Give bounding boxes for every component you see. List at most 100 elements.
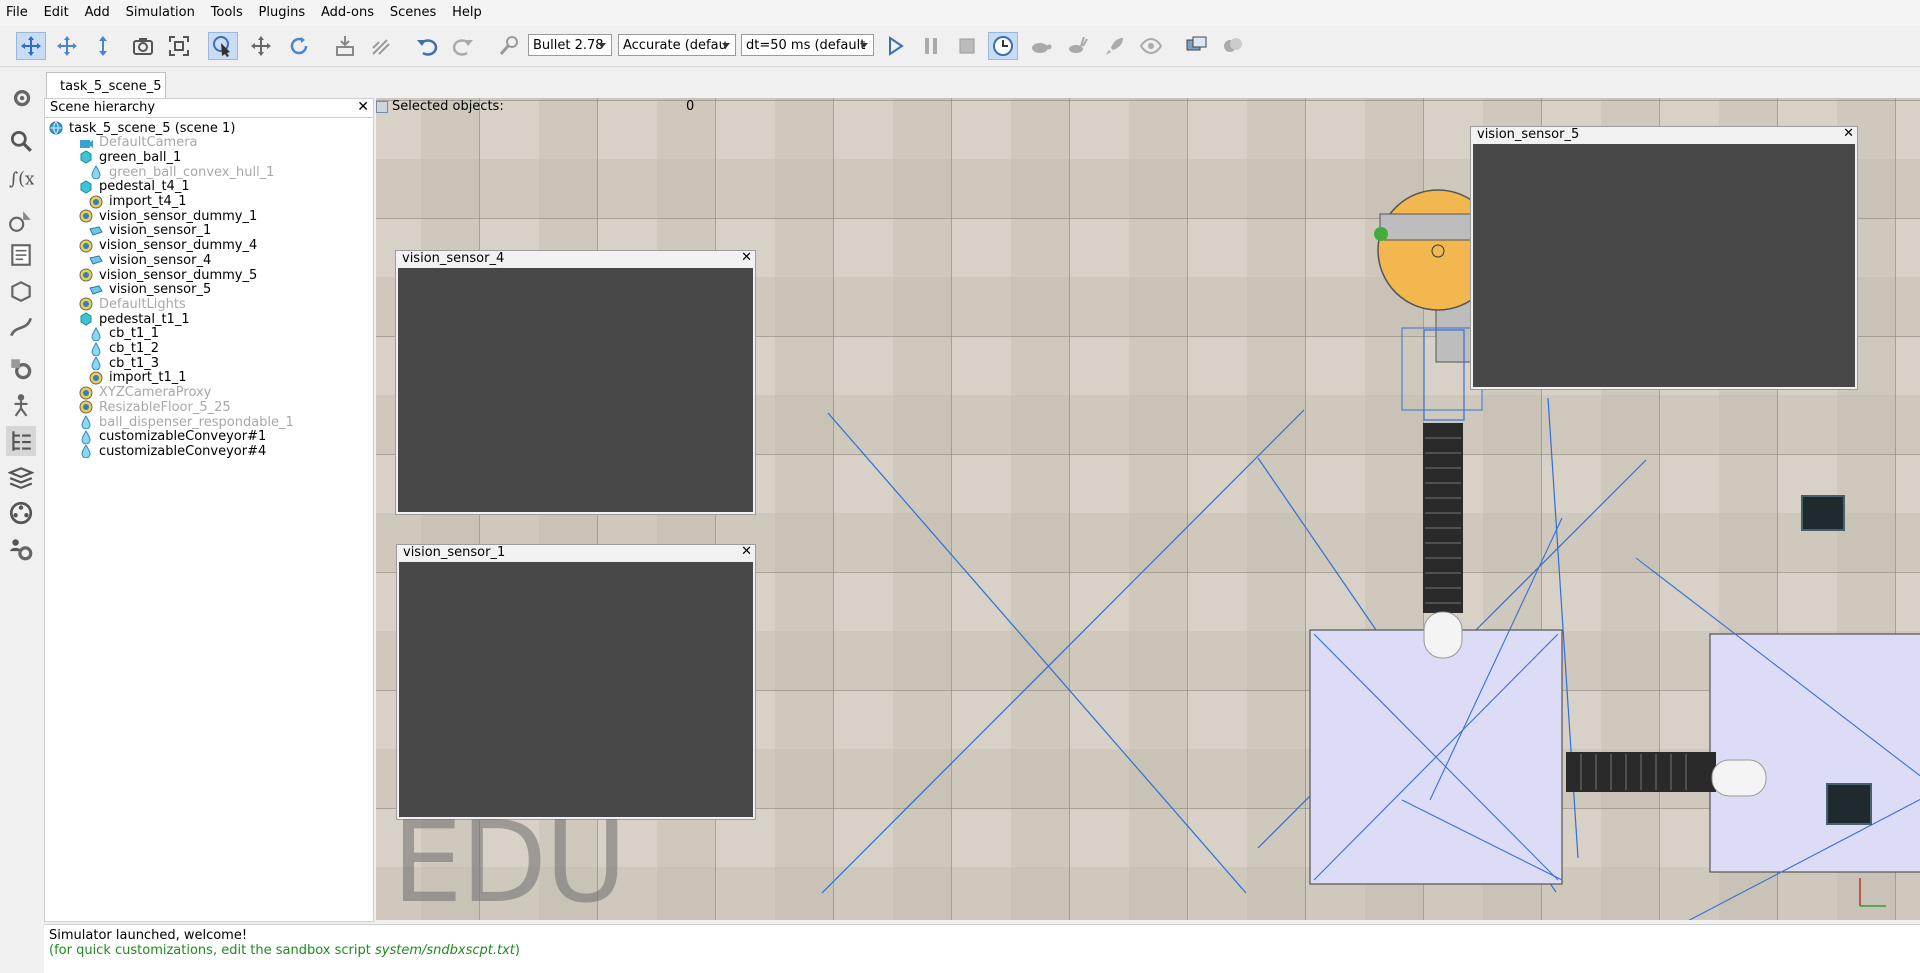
close-icon[interactable]: ✕ [357, 99, 369, 115]
play-icon [889, 36, 904, 56]
layers-button[interactable] [6, 462, 36, 492]
menu-add[interactable]: Add [79, 0, 116, 20]
object-shift-button[interactable] [246, 32, 276, 60]
accuracy-select[interactable]: Accurate (defau [618, 34, 736, 56]
model-browser-button[interactable] [6, 354, 36, 384]
object-rotate-button[interactable] [284, 32, 314, 60]
scene-tab-bar: task_5_scene_5 [44, 68, 1920, 98]
fit-view-icon [169, 36, 189, 56]
figure-icon [14, 394, 28, 417]
thread-rendering-button[interactable] [1100, 32, 1130, 60]
console-line-welcome: Simulator launched, welcome! [49, 928, 248, 943]
hierarchy-title-label: Scene hierarchy [50, 100, 156, 115]
transfer-dna-button[interactable] [366, 32, 396, 60]
vision-sensor-1-window[interactable]: vision_sensor_1 ✕ [396, 544, 756, 820]
menu-plugins[interactable]: Plugins [253, 0, 312, 20]
fit-to-view-button[interactable] [164, 32, 194, 60]
realtime-mode-button[interactable] [988, 32, 1018, 60]
scene-viewport[interactable]: Selected objects: 0 vision_sensor_4 ✕ vis… [376, 98, 1920, 920]
user-settings-button[interactable] [6, 534, 36, 564]
menu-simulation[interactable]: Simulation [120, 0, 201, 20]
close-icon[interactable]: ✕ [741, 250, 752, 265]
gear-model-icon [11, 359, 32, 380]
physics-engine-select[interactable]: Bullet 2.78 [528, 34, 612, 56]
menu-edit[interactable]: Edit [38, 0, 75, 20]
menu-addons[interactable]: Add-ons [315, 0, 380, 20]
undo-icon [417, 39, 438, 56]
timestep-select[interactable]: dt=50 ms (default [741, 34, 874, 56]
cube-outline-icon [11, 281, 31, 302]
globe-icon [49, 121, 63, 135]
tab-scene[interactable]: task_5_scene_5 [46, 72, 166, 98]
ik-button[interactable] [6, 390, 36, 420]
menu-file[interactable]: File [0, 0, 34, 20]
edu-watermark: EDU [392, 798, 627, 920]
redo-button[interactable] [448, 32, 478, 60]
hierarchy-item-label: customizableConveyor#4 [99, 443, 267, 459]
camera-shift-button[interactable] [88, 32, 118, 60]
eye-icon [1139, 37, 1163, 55]
menu-tools[interactable]: Tools [205, 0, 249, 20]
speed-up-button[interactable] [1062, 32, 1092, 60]
dna-icon [372, 39, 390, 55]
camera-rotate-button[interactable] [52, 32, 82, 60]
wrench-icon [499, 36, 518, 55]
select-cursor-icon [213, 36, 230, 57]
stop-icon [959, 38, 975, 54]
film-reel-icon [9, 501, 33, 525]
vision-sensor-4-window[interactable]: vision_sensor_4 ✕ [395, 250, 756, 515]
scene-hierarchy-button[interactable] [6, 426, 36, 456]
start-simulation-button[interactable] [880, 32, 910, 60]
console-hint-prefix: (for quick customizations, edit the sand… [49, 943, 375, 958]
vision-sensor-5-window[interactable]: vision_sensor_5 ✕ [1470, 126, 1858, 390]
stop-simulation-button[interactable] [952, 32, 982, 60]
scene-selector-button[interactable] [1218, 32, 1248, 60]
rocket-icon [1106, 38, 1123, 55]
close-icon[interactable]: ✕ [741, 544, 752, 559]
pedestal-t4 [1709, 633, 1920, 873]
menu-help[interactable]: Help [446, 0, 488, 20]
conveyor-vertical [1423, 423, 1463, 613]
collections-button[interactable] [6, 206, 36, 236]
turtle-icon [1032, 43, 1052, 53]
main-toolbar: Bullet 2.78 Accurate (defau dt=50 ms (de… [0, 26, 1920, 67]
simulation-settings-button[interactable] [6, 82, 36, 112]
calculation-modules-button[interactable]: ∫(x) [6, 162, 36, 192]
selected-objects-label: Selected objects: [392, 99, 504, 114]
pause-simulation-button[interactable] [916, 32, 946, 60]
layers-icon [8, 467, 34, 490]
object-move-icon [251, 36, 271, 56]
search-button[interactable] [6, 126, 36, 156]
pages-icon [1186, 36, 1207, 51]
pause-icon [925, 38, 937, 54]
toggle-visualization-button[interactable] [1136, 32, 1166, 60]
script-icon [11, 244, 31, 266]
video-recorder-button[interactable] [6, 498, 36, 528]
scripts-button[interactable] [6, 240, 36, 270]
path-edit-button[interactable] [6, 312, 36, 342]
redo-icon [452, 39, 473, 56]
camera-angle-button[interactable] [128, 32, 158, 60]
dynamics-toggle-button[interactable] [494, 32, 524, 60]
undo-button[interactable] [412, 32, 442, 60]
console-line-hint: (for quick customizations, edit the sand… [49, 943, 1920, 958]
vertical-arrows-icon [99, 36, 107, 56]
menu-scenes[interactable]: Scenes [384, 0, 442, 20]
assemble-button[interactable] [330, 32, 360, 60]
console-hint-suffix: ) [514, 943, 520, 958]
page-selector-button[interactable] [1182, 32, 1212, 60]
svg-text:∫(x): ∫(x) [9, 170, 34, 190]
shape-edit-button[interactable] [6, 276, 36, 306]
function-icon: ∫(x) [9, 170, 34, 190]
slow-down-button[interactable] [1026, 32, 1056, 60]
close-icon[interactable]: ✕ [1843, 126, 1854, 141]
settings-person-icon [10, 539, 33, 561]
assemble-icon [336, 36, 354, 56]
status-console[interactable]: Simulator launched, welcome! (for quick … [44, 924, 1920, 973]
selection-checkbox[interactable] [376, 101, 388, 113]
shapes-icon [9, 211, 31, 232]
camera-pan-button[interactable] [16, 32, 46, 60]
path-icon [9, 317, 33, 337]
hierarchy-item[interactable]: customizableConveyor#4 [79, 442, 266, 460]
click-select-button[interactable] [208, 32, 238, 60]
